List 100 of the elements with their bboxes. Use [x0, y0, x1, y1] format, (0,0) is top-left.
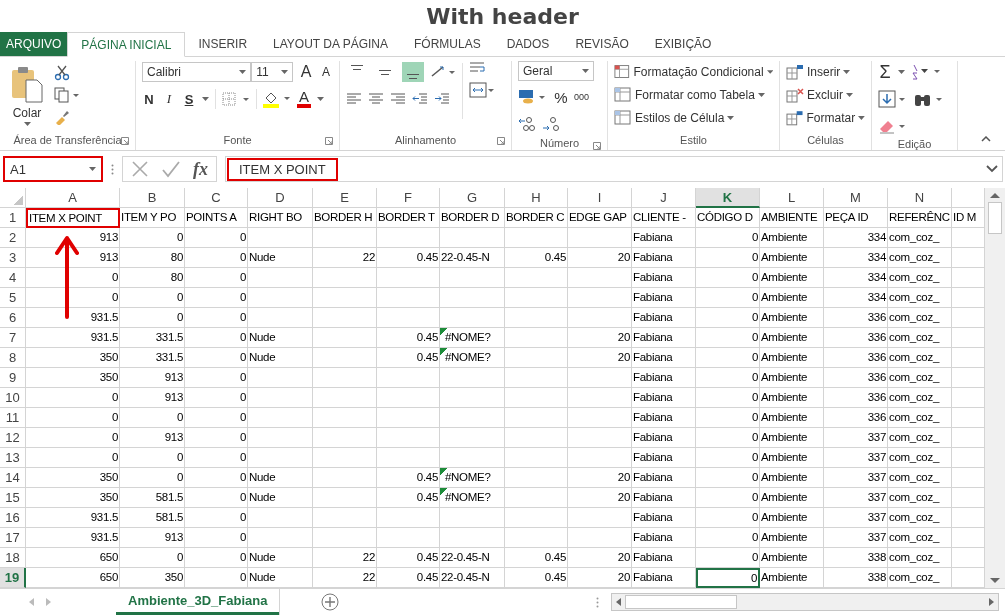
row-header[interactable]: 18	[0, 548, 26, 568]
insert-function-button[interactable]: fx	[193, 158, 208, 180]
caret-icon[interactable]	[202, 97, 209, 101]
table-cell: 0	[696, 428, 760, 448]
grow-font-button[interactable]: A	[299, 63, 313, 81]
scroll-thumb[interactable]	[988, 202, 1002, 234]
launcher-icon[interactable]	[121, 137, 129, 145]
thousands-button[interactable]: 000	[574, 92, 590, 102]
ribbon-tab[interactable]: REVISÃO	[562, 32, 642, 56]
align-button[interactable]	[402, 62, 424, 82]
ribbon-tab[interactable]: INSERIR	[185, 32, 261, 56]
sort-filter-icon[interactable]	[911, 63, 941, 81]
row-header[interactable]: 7	[0, 328, 26, 348]
ribbon-tab[interactable]: DADOS	[493, 32, 563, 56]
row-header[interactable]: 17	[0, 528, 26, 548]
brush-icon[interactable]	[54, 109, 70, 125]
scroll-up-icon[interactable]	[990, 192, 1000, 198]
size-select[interactable]: 11	[251, 62, 293, 82]
scroll-left-icon[interactable]	[615, 598, 621, 606]
underline-button[interactable]: S	[182, 91, 196, 107]
row-header[interactable]: 3	[0, 248, 26, 268]
row-header[interactable]: 13	[0, 448, 26, 468]
ribbon-tab[interactable]: EXIBIÇÃO	[641, 32, 725, 56]
launcher-icon[interactable]	[593, 142, 601, 150]
ribbon-tab[interactable]: PÁGINA INICIAL	[67, 32, 186, 57]
table-cell	[568, 448, 632, 468]
column-header[interactable]: J	[632, 188, 696, 208]
row-header[interactable]: 16	[0, 508, 26, 528]
row-header[interactable]: 2	[0, 228, 26, 248]
merge-icon[interactable]	[469, 82, 495, 98]
row-header[interactable]: 14	[0, 468, 26, 488]
decrease-decimal-icon[interactable]	[542, 116, 560, 132]
scroll-thumb[interactable]	[625, 595, 737, 609]
ribbon-tab[interactable]: LAYOUT DA PÁGINA	[260, 32, 401, 56]
cells-menu-button[interactable]: Excluir	[786, 84, 865, 105]
row-header[interactable]: 19	[0, 568, 26, 588]
collapse-ribbon-icon[interactable]	[981, 136, 991, 142]
column-header[interactable]: L	[760, 188, 824, 208]
shrink-font-button[interactable]: A	[319, 65, 333, 79]
column-header[interactable]: B	[120, 188, 185, 208]
column-header[interactable]: F	[377, 188, 440, 208]
font-color-button[interactable]: A	[297, 90, 311, 108]
scroll-right-icon[interactable]	[989, 598, 995, 606]
number-format-select[interactable]: Geral	[518, 61, 594, 81]
row-header[interactable]: 1	[0, 208, 26, 228]
launcher-icon[interactable]	[497, 137, 505, 145]
fill-down-icon[interactable]	[878, 90, 908, 108]
fill-color-icon[interactable]	[263, 90, 291, 108]
row-header[interactable]: 4	[0, 268, 26, 288]
file-tab[interactable]: ARQUIVO	[0, 32, 68, 56]
cells-menu-button[interactable]: Formatar	[786, 107, 865, 128]
table-cell: 20	[568, 348, 632, 368]
add-sheet-icon[interactable]	[321, 593, 340, 611]
style-menu-button[interactable]: Formatar como Tabela	[614, 84, 773, 105]
paste-button[interactable]: Colar	[6, 61, 48, 130]
increase-decimal-icon[interactable]	[518, 116, 536, 132]
column-header[interactable]: H	[505, 188, 568, 208]
table-cell	[377, 368, 440, 388]
column-header[interactable]: E	[313, 188, 377, 208]
row-header[interactable]: 15	[0, 488, 26, 508]
row-header[interactable]: 9	[0, 368, 26, 388]
style-menu-button[interactable]: Formatação Condicional	[614, 61, 773, 82]
copy-icon[interactable]	[54, 87, 80, 103]
row-header[interactable]: 5	[0, 288, 26, 308]
formula-field[interactable]: ITEM X POINT	[225, 156, 1003, 182]
table-cell	[248, 308, 313, 328]
cells-menu-button[interactable]: Inserir	[786, 61, 865, 82]
outdent-icon[interactable]	[412, 92, 428, 106]
table-cell: 0	[696, 348, 760, 368]
row-header[interactable]: 6	[0, 308, 26, 328]
column-header[interactable]: N	[888, 188, 952, 208]
column-header[interactable]: M	[824, 188, 888, 208]
scissors-icon[interactable]	[54, 65, 70, 81]
column-header[interactable]: A	[26, 188, 120, 208]
column-header[interactable]: K	[696, 188, 760, 208]
table-cell	[568, 428, 632, 448]
caret-icon[interactable]	[898, 70, 905, 74]
bold-button[interactable]: N	[142, 91, 156, 107]
column-header[interactable]: D	[248, 188, 313, 208]
orientation-icon[interactable]	[430, 64, 456, 80]
table-cell: 650	[26, 548, 120, 568]
currency-icon[interactable]	[518, 89, 548, 105]
ribbon-tab[interactable]: FÓRMULAS	[401, 32, 494, 56]
column-header[interactable]: G	[440, 188, 505, 208]
style-menu-button[interactable]: Estilos de Célula	[614, 107, 773, 128]
row-header[interactable]: 8	[0, 348, 26, 368]
row-header[interactable]: 10	[0, 388, 26, 408]
percent-button[interactable]: %	[554, 88, 568, 106]
autosum-button[interactable]: Σ	[878, 61, 892, 83]
expand-icon[interactable]	[986, 165, 998, 173]
italic-button[interactable]: I	[162, 91, 176, 107]
column-header[interactable]: C	[185, 188, 248, 208]
row-header[interactable]: 12	[0, 428, 26, 448]
launcher-icon[interactable]	[325, 137, 333, 145]
row-header[interactable]: 11	[0, 408, 26, 428]
font-select[interactable]: Calibri	[142, 62, 252, 82]
scroll-down-icon[interactable]	[990, 578, 1000, 584]
column-header[interactable]: I	[568, 188, 632, 208]
indent-icon[interactable]	[434, 92, 450, 106]
caret-icon[interactable]	[317, 97, 324, 101]
